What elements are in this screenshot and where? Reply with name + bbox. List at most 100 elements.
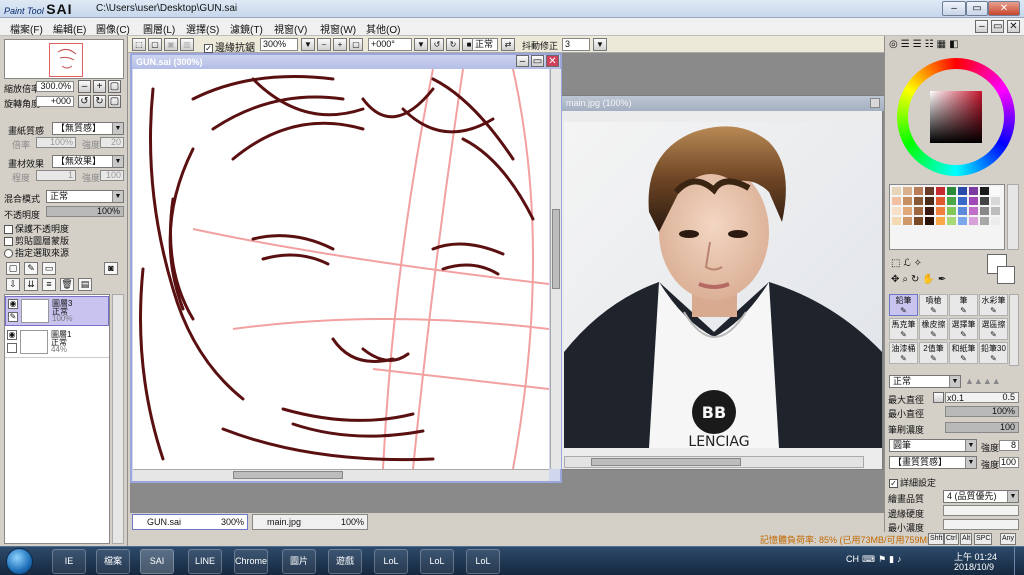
secondary-color-swatch[interactable] [997, 266, 1015, 284]
palette-swatch[interactable] [947, 187, 956, 195]
toolbar-zoom-field[interactable]: 300% [260, 38, 298, 51]
blend-mode-select[interactable]: 正常 ▼ [46, 190, 124, 203]
volume-icon[interactable]: ♪ [897, 554, 905, 564]
menu-other[interactable]: 其他(O) [366, 21, 400, 36]
mdi-restore-button[interactable]: ▭ [991, 20, 1005, 33]
reference-window[interactable]: main.jpg (100%) BB LENCIAG [561, 95, 884, 470]
check-icon[interactable]: ✓ [889, 479, 898, 489]
new-layer-icon[interactable]: ▢ [6, 262, 20, 275]
navigator-viewport[interactable] [49, 43, 83, 77]
drawing-vscrollbar[interactable] [550, 69, 561, 469]
palette-swatch[interactable] [991, 217, 1000, 225]
menu-view[interactable]: 視窗(V) [274, 21, 307, 36]
brush-tool-item[interactable]: 水彩筆 ✎ [979, 294, 1008, 316]
minimize-button[interactable]: – [942, 1, 966, 16]
palette-swatch[interactable] [980, 217, 989, 225]
reference-hscroll-thumb[interactable] [591, 458, 741, 466]
palette-swatch[interactable] [991, 207, 1000, 215]
close-button[interactable]: ✕ [988, 1, 1020, 16]
rotate-left-button[interactable]: ↺ [78, 95, 91, 108]
checkbox-box[interactable] [4, 237, 13, 247]
palette-swatch[interactable] [892, 207, 901, 215]
palette-swatch[interactable] [892, 217, 901, 225]
drawing-hscrollbar[interactable] [133, 469, 549, 481]
size-multiplier-button[interactable] [933, 392, 944, 403]
eye-icon[interactable]: ◉ [8, 299, 18, 309]
transfer-down-icon[interactable]: ⇩ [6, 278, 20, 291]
toolbar-rotate-right-icon[interactable]: ↻ [446, 38, 460, 51]
material-degree-field[interactable]: 1 [36, 170, 76, 181]
reference-hscrollbar[interactable] [564, 456, 864, 468]
drawing-hscroll-thumb[interactable] [233, 471, 343, 479]
rotate-icon[interactable]: ↻ [911, 274, 922, 285]
menu-filter[interactable]: 濾鏡(T) [230, 21, 263, 36]
brush-tool-item[interactable]: 鉛筆30 ✎ [979, 342, 1008, 364]
brush-texture-strength-field[interactable]: 100 [999, 457, 1019, 468]
layer-list-scrollbar[interactable] [112, 294, 124, 544]
taskbar-app[interactable]: LoL [374, 549, 408, 574]
toolbar-zoom-out-icon[interactable]: – [317, 38, 331, 51]
drawing-restore-button[interactable]: ▭ [531, 55, 544, 67]
quality-select[interactable]: 4 (品質優先) ▼ [943, 490, 1019, 503]
brush-tool-item[interactable]: 鉛筆 ✎ [889, 294, 918, 316]
palette-swatch[interactable] [947, 207, 956, 215]
palette-swatch[interactable] [936, 207, 945, 215]
new-linework-layer-icon[interactable]: ✎ [24, 262, 38, 275]
palette-swatch[interactable] [958, 187, 967, 195]
drawing-minimize-button[interactable]: – [516, 55, 529, 67]
taskbar-app[interactable]: LoL [466, 549, 500, 574]
select-all-icon[interactable]: ⬚ [132, 38, 146, 51]
network-icon[interactable]: ▮ [889, 554, 897, 564]
hsv-slider-tab-icon[interactable]: ☰ [913, 39, 925, 50]
pen-icon[interactable]: ✎ [8, 312, 18, 322]
clock-date[interactable]: 2018/10/9 [954, 562, 994, 572]
palette-swatch[interactable] [980, 207, 989, 215]
palette-swatch[interactable] [903, 197, 912, 205]
paper-strength-field[interactable]: 20 [100, 137, 124, 148]
palette-tab-icon[interactable]: ☷ [925, 39, 937, 50]
zoom-field[interactable]: 300.0% [36, 81, 74, 92]
merge-down-icon[interactable]: ⇊ [24, 278, 38, 291]
merge-visible-icon[interactable]: ≡ [42, 278, 56, 291]
brush-tool-item[interactable]: 選區擦 ✎ [979, 318, 1008, 340]
eye-icon[interactable]: ◉ [7, 330, 17, 340]
min-size-slider[interactable]: 100% [945, 406, 1019, 417]
invert-select-icon[interactable]: ▣ [164, 38, 178, 51]
brush-shape-strength-field[interactable]: 8 [999, 440, 1019, 451]
swatch-tab-icon[interactable]: ▦ [937, 39, 949, 50]
show-selection-icon[interactable]: ▥ [180, 38, 194, 51]
saturation-value-square[interactable] [930, 91, 982, 143]
maximize-button[interactable]: ▭ [966, 1, 988, 16]
density-slider[interactable]: 100 [945, 422, 1019, 433]
palette-swatch[interactable] [980, 197, 989, 205]
palette-swatch[interactable] [925, 197, 934, 205]
selection-source-checkbox[interactable]: 指定選取來源 [4, 246, 69, 259]
taskbar-app[interactable]: Chrome [234, 549, 268, 574]
brush-tool-item[interactable]: 油漆桶 ✎ [889, 342, 918, 364]
color-wheel[interactable] [897, 58, 1015, 176]
stabilizer-dropdown-icon[interactable]: ▼ [593, 38, 607, 51]
eyedropper-icon[interactable]: ✒ [938, 274, 949, 285]
rotate-reset-button[interactable]: ▢ [108, 95, 121, 108]
palette-swatch[interactable] [969, 207, 978, 215]
toolbar-angle-field[interactable]: +000° [368, 38, 412, 51]
color-wheel-tab-icon[interactable]: ◎ [889, 39, 901, 50]
zoom-out-button[interactable]: – [78, 80, 91, 93]
brush-shape-select[interactable]: 圓筆 ▼ [889, 439, 977, 452]
flip-icon[interactable]: ⇄ [501, 38, 515, 51]
brush-tool-item[interactable]: 選擇筆 ✎ [949, 318, 978, 340]
tray-language[interactable]: CH [846, 554, 859, 564]
brush-texture-select[interactable]: 【畫質質感】 ▼ [889, 456, 977, 469]
new-folder-icon[interactable]: ▭ [42, 262, 56, 275]
tab-gun-sai[interactable]: GUN.sai 300% [132, 514, 248, 530]
navigator-preview[interactable] [4, 39, 124, 79]
brush-tool-item[interactable]: 筆 ✎ [949, 294, 978, 316]
palette-swatch[interactable] [947, 197, 956, 205]
clear-layer-icon[interactable]: ▤ [78, 278, 92, 291]
palette-swatch[interactable] [903, 187, 912, 195]
palette-swatch[interactable] [925, 217, 934, 225]
paper-texture-select[interactable]: 【無質感】 ▼ [52, 122, 124, 135]
toolbar-mode-field[interactable]: 正常 [472, 38, 498, 51]
palette-swatch[interactable] [903, 217, 912, 225]
rotate-field[interactable]: +000 [36, 96, 74, 107]
